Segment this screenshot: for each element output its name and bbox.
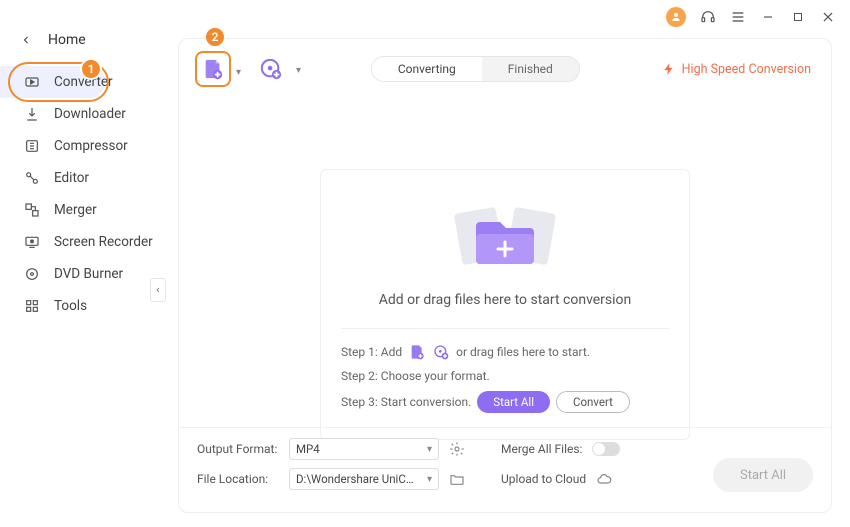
add-dvd-icon [260,58,282,80]
toolbar: ▾ ▾ Converting Finished High Speed Conve… [179,39,831,99]
back-icon [20,34,32,46]
sidebar-item-label: Tools [54,298,87,314]
menu-icon[interactable] [730,9,746,25]
footer: Output Format: MP4 ▾ Merge All Files: Fi… [179,427,831,512]
step-1-post: or drag files here to start. [456,345,590,359]
user-avatar-icon[interactable] [666,7,686,27]
settings-gear-icon[interactable] [449,441,465,457]
open-folder-icon[interactable] [449,471,465,487]
sidebar-item-label: DVD Burner [54,266,123,282]
start-all-button[interactable]: Start All [713,458,813,492]
step-1-pre: Step 1: Add [341,345,402,359]
step-badge-1: 1 [80,58,102,80]
add-dvd-icon [432,343,450,361]
upload-cloud-label: Upload to Cloud [501,472,586,486]
headset-icon[interactable] [700,9,716,25]
chevron-down-icon: ▾ [427,474,432,485]
sidebar-item-dvd-burner[interactable]: DVD Burner [0,258,165,290]
add-file-icon [408,343,426,361]
divider [341,328,669,329]
home-label: Home [48,32,86,48]
step-3: Step 3: Start conversion. Start All Conv… [341,391,669,413]
tab-finished[interactable]: Finished [482,57,579,81]
sidebar-item-label: Merger [54,202,97,218]
maximize-icon[interactable] [790,9,806,25]
sidebar-item-tools[interactable]: Tools [0,290,165,322]
step-3-text: Step 3: Start conversion. [341,395,471,409]
chevron-down-icon: ▾ [296,65,301,76]
window-titlebar [666,0,850,28]
dvd-burner-icon [24,266,40,282]
sidebar-item-downloader[interactable]: Downloader [0,98,165,130]
lightning-icon [662,62,676,76]
sidebar-item-label: Editor [54,170,89,186]
status-tabs: Converting Finished [371,56,580,82]
sidebar-item-label: Compressor [54,138,128,154]
sidebar-item-label: Screen Recorder [54,234,153,250]
output-format-label: Output Format: [197,442,279,456]
minimize-icon[interactable] [760,9,776,25]
output-format-select[interactable]: MP4 ▾ [289,438,439,460]
sidebar-item-screen-recorder[interactable]: Screen Recorder [0,226,165,258]
screen-recorder-icon [24,234,40,250]
chevron-down-icon: ▾ [236,67,241,78]
tab-converting[interactable]: Converting [372,57,482,81]
step-2: Step 2: Choose your format. [341,369,669,383]
output-format-value: MP4 [296,442,320,456]
sidebar: Home Converter Downloader Compressor Edi… [0,0,165,527]
close-icon[interactable] [820,9,836,25]
dropzone[interactable]: Add or drag files here to start conversi… [320,169,690,440]
sidebar-item-merger[interactable]: Merger [0,194,165,226]
sidebar-item-label: Downloader [54,106,126,122]
compressor-icon [24,138,40,154]
home-button[interactable]: Home [0,24,165,66]
sidebar-item-compressor[interactable]: Compressor [0,130,165,162]
converter-icon [24,74,40,90]
file-location-label: File Location: [197,472,279,486]
editor-icon [24,170,40,186]
convert-pill[interactable]: Convert [556,391,630,413]
high-speed-conversion-button[interactable]: High Speed Conversion [662,62,815,77]
sidebar-item-editor[interactable]: Editor [0,162,165,194]
merge-all-label: Merge All Files: [501,442,582,456]
tools-icon [24,298,40,314]
merger-icon [24,202,40,218]
step-1: Step 1: Add or drag files here to start. [341,343,669,361]
cloud-icon[interactable] [596,471,612,487]
add-dvd-button[interactable]: ▾ [253,51,289,87]
chevron-down-icon: ▾ [427,444,432,455]
dropzone-title: Add or drag files here to start conversi… [341,292,669,308]
folder-illustration [341,194,669,274]
high-speed-label: High Speed Conversion [682,62,811,77]
step-badge-2: 2 [204,26,226,48]
merge-all-toggle[interactable] [592,442,620,456]
sidebar-collapse-button[interactable] [150,278,166,302]
add-file-icon [202,58,224,80]
file-location-select[interactable]: D:\Wondershare UniConverter 1 ▾ [289,468,439,490]
file-location-value: D:\Wondershare UniConverter 1 [296,472,416,486]
add-file-button[interactable]: ▾ [195,51,231,87]
downloader-icon [24,106,40,122]
main-panel: ▾ ▾ Converting Finished High Speed Conve… [178,38,832,513]
start-all-pill[interactable]: Start All [477,391,550,413]
